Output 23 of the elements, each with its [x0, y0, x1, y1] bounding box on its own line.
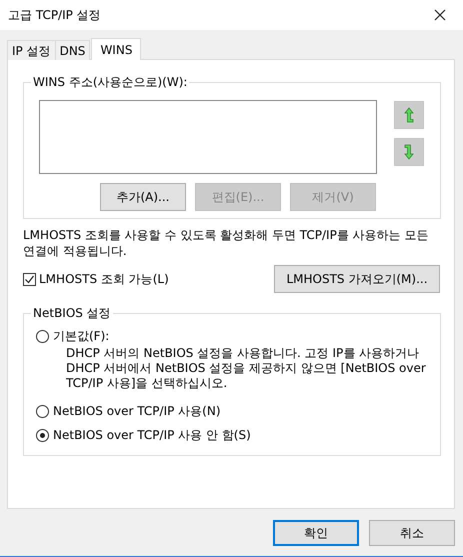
tab[interactable]: WINS [91, 38, 142, 60]
up-arrow-icon [404, 107, 414, 123]
group-title: NetBIOS 설정 [31, 306, 113, 321]
down-arrow-icon [404, 144, 414, 160]
window-title: 고급 TCP/IP 설정 [8, 6, 101, 24]
address-list[interactable] [39, 100, 377, 174]
description-text: DHCP 서버의 NetBIOS 설정을 사용합니다. 고정 IP를 사용하거나 DHCP 서버에서 NetBIOS 설정을 제공하지 않으면 [NetBIOS over TCP/IP 사용]을 선택하십시오. [66, 346, 427, 391]
tab[interactable]: DNS [54, 40, 90, 60]
button[interactable]: 취소 [369, 520, 455, 546]
group-title: WINS 주소(사용순으로)(W): [31, 75, 190, 90]
radio-option[interactable]: NetBIOS over TCP/IP 사용(N) [36, 403, 221, 419]
radio-option[interactable]: NetBIOS over TCP/IP 사용 안 함(S) [36, 427, 251, 443]
import-button[interactable]: LMHOSTS 가져오기(M)... [274, 265, 440, 293]
button[interactable]: 추가(A)... [100, 183, 186, 211]
tab[interactable]: IP 설정 [7, 40, 56, 60]
button[interactable]: 확인 [273, 520, 359, 546]
info-text: LMHOSTS 조회를 사용할 수 있도록 활성화해 두면 TCP/IP를 사용하는 모든 연결에 적용됩니다. [23, 227, 430, 259]
close-icon [434, 9, 446, 21]
move-down-button[interactable] [394, 138, 424, 166]
checkbox[interactable]: LMHOSTS 조회 가능(L) [23, 270, 169, 288]
radio-option[interactable]: 기본값(F): [36, 328, 110, 344]
move-up-button[interactable] [394, 101, 424, 129]
check-icon [24, 274, 35, 284]
